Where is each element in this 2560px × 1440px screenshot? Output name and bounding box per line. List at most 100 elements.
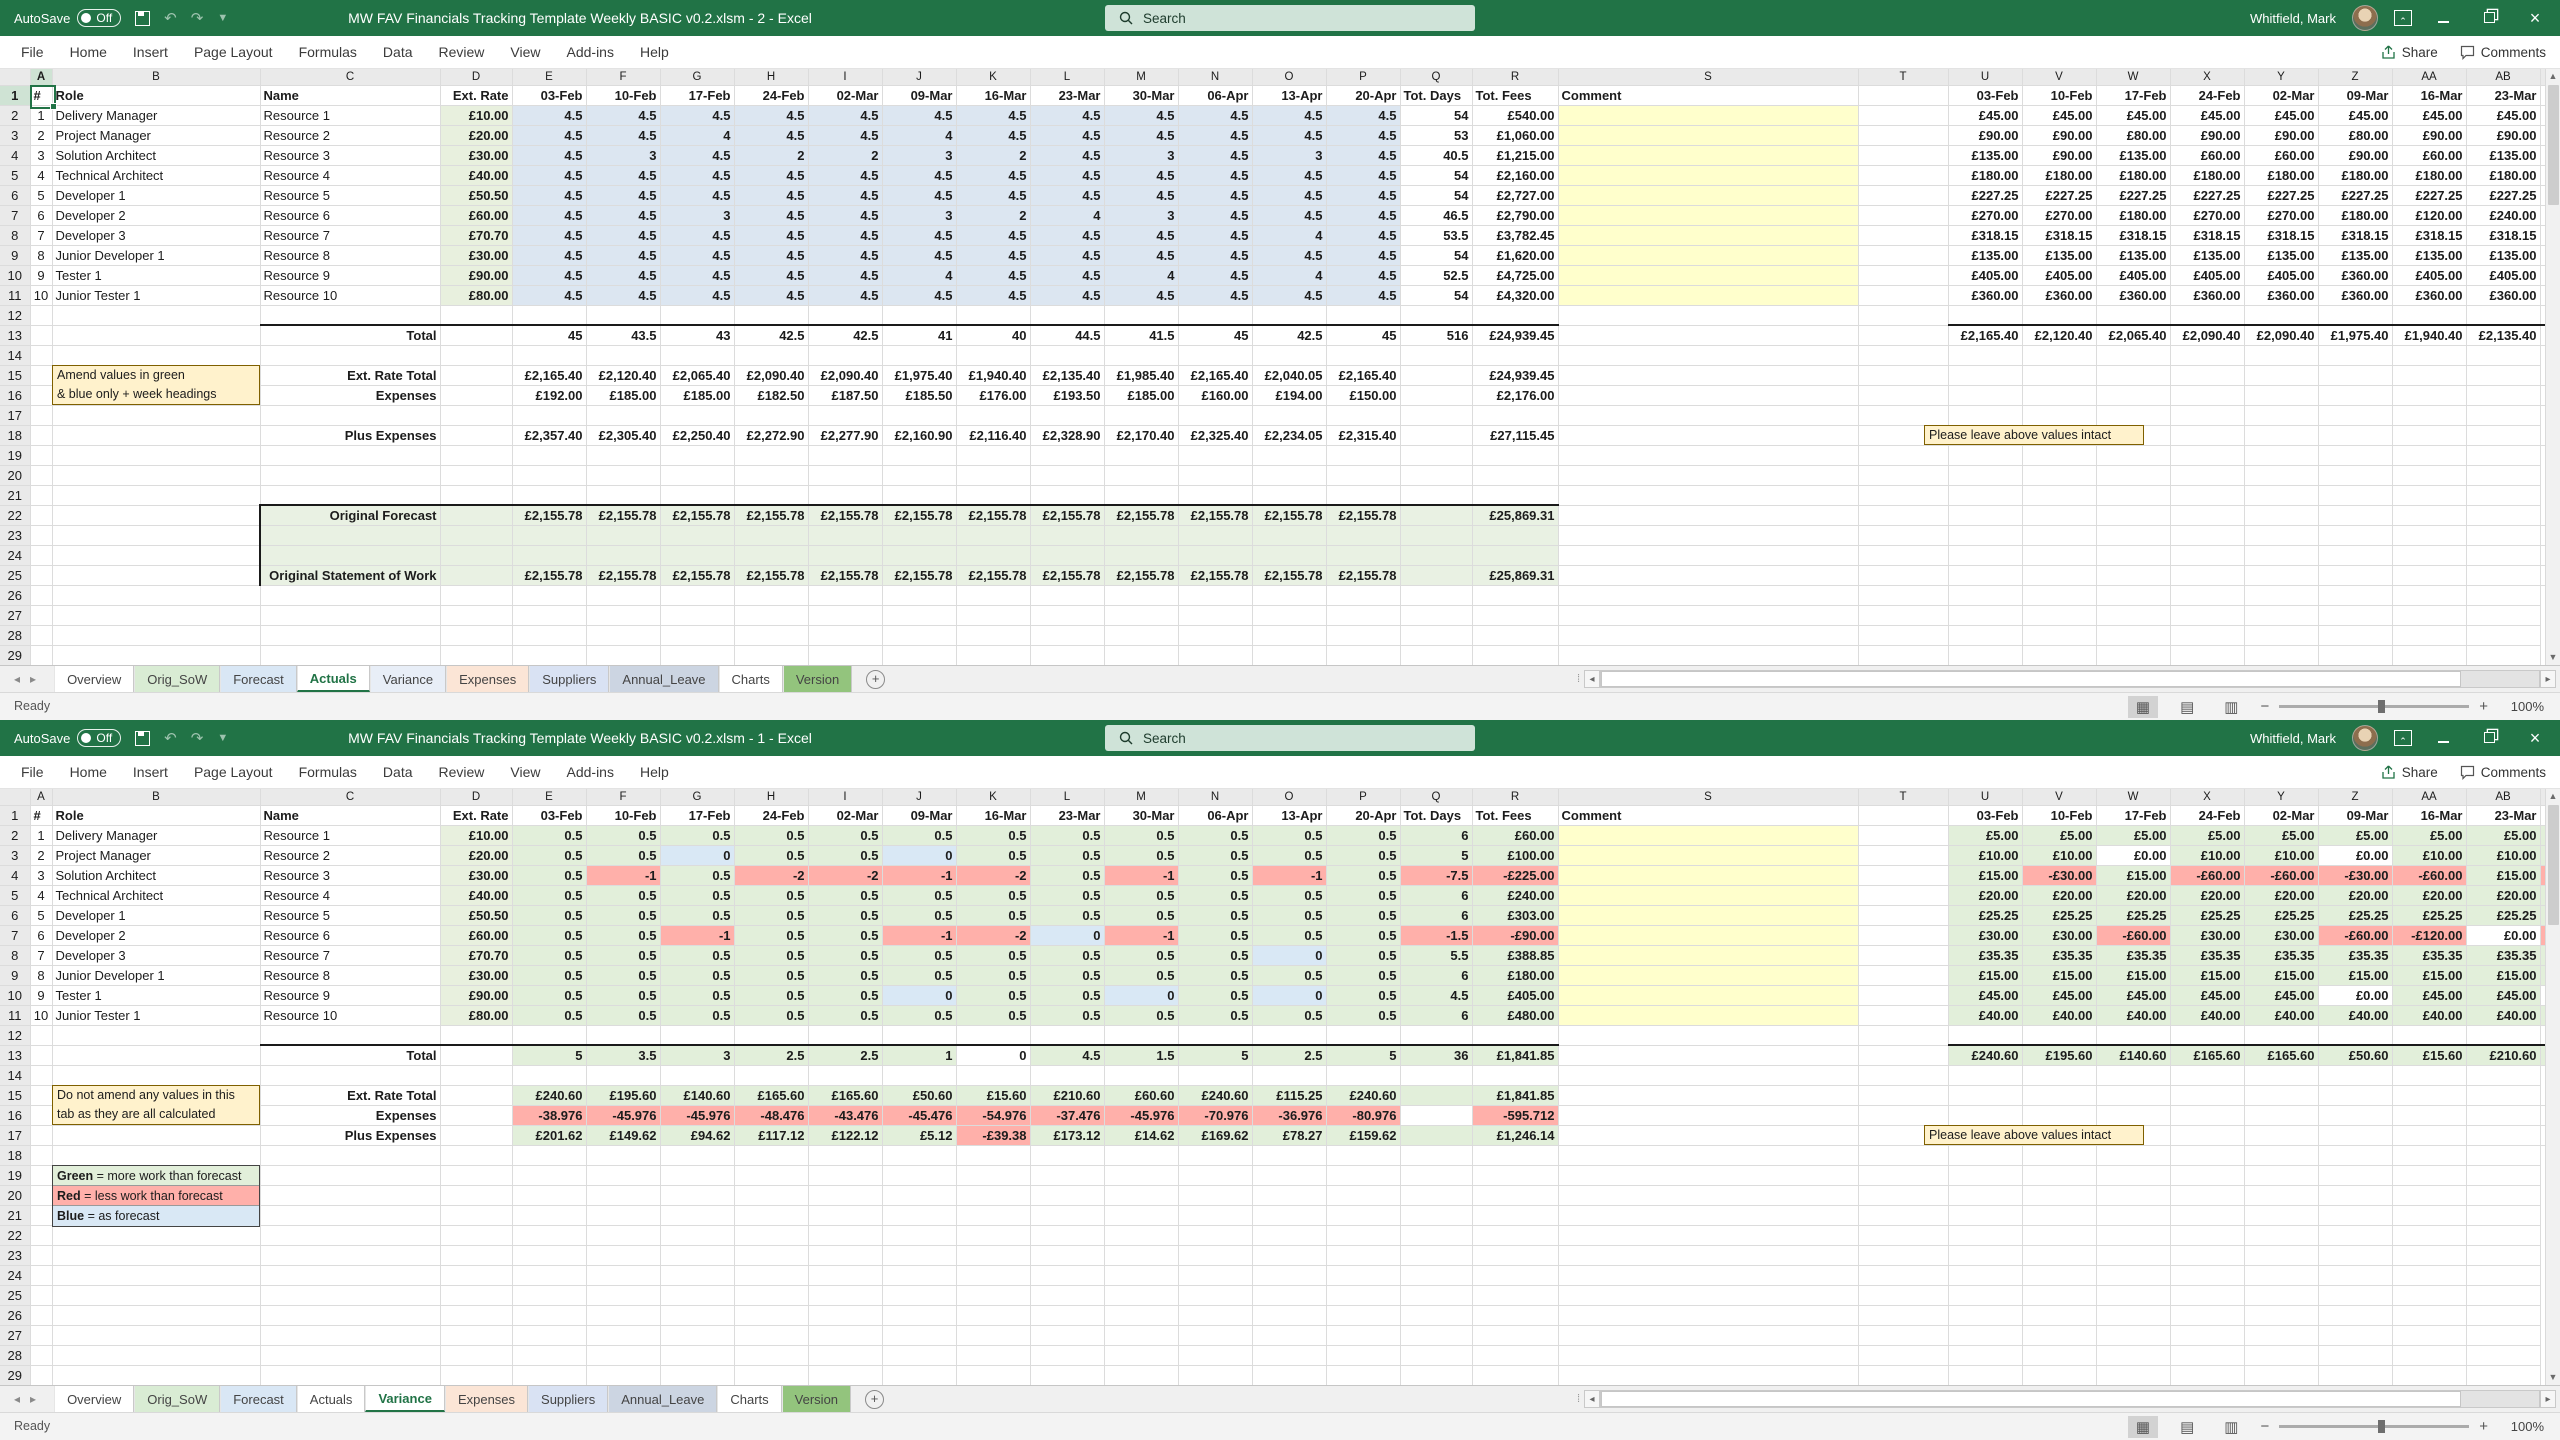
cell[interactable] xyxy=(734,1285,808,1305)
rate-cell[interactable]: £40.00 xyxy=(440,165,512,185)
role-cell[interactable]: Tester 1 xyxy=(52,265,260,285)
week-value-cell[interactable]: 0.5 xyxy=(1104,825,1178,845)
cell[interactable] xyxy=(808,1165,882,1185)
cell[interactable] xyxy=(440,425,512,445)
cell[interactable] xyxy=(2022,605,2096,625)
cell[interactable] xyxy=(2392,1225,2466,1245)
cell[interactable] xyxy=(586,1185,660,1205)
cell[interactable] xyxy=(1326,1285,1400,1305)
week-value-cell[interactable]: 0.5 xyxy=(1178,925,1252,945)
cell[interactable] xyxy=(2096,1205,2170,1225)
cell[interactable] xyxy=(1558,1105,1858,1125)
weekly-fee-cell[interactable]: £270.00 xyxy=(1948,205,2022,225)
cell[interactable] xyxy=(2318,485,2392,505)
week-value-cell[interactable]: 4.5 xyxy=(734,165,808,185)
cell[interactable] xyxy=(2244,585,2318,605)
cell[interactable] xyxy=(30,1165,52,1185)
column-header-E[interactable]: E xyxy=(512,69,586,85)
cell[interactable] xyxy=(2022,485,2096,505)
customize-qat-icon[interactable]: ▼ xyxy=(217,732,228,744)
cell[interactable] xyxy=(2466,1105,2540,1125)
week-value-cell[interactable]: 0.5 xyxy=(956,1005,1030,1025)
weekly-fee-cell[interactable]: £15.00 xyxy=(2096,865,2170,885)
cell[interactable] xyxy=(440,1265,512,1285)
cell[interactable] xyxy=(30,345,52,365)
cell[interactable] xyxy=(52,1025,260,1045)
cell[interactable] xyxy=(2466,385,2540,405)
weekly-fee-cell[interactable]: £45.00 xyxy=(1948,105,2022,125)
cell[interactable] xyxy=(734,1185,808,1205)
week-value-cell[interactable]: 0.5 xyxy=(660,865,734,885)
cell[interactable] xyxy=(2392,1165,2466,1185)
cell[interactable] xyxy=(260,605,440,625)
cell[interactable] xyxy=(1858,605,1948,625)
comment-cell[interactable] xyxy=(1558,925,1858,945)
cell[interactable] xyxy=(440,605,512,625)
cell[interactable] xyxy=(2170,485,2244,505)
row-header-25[interactable]: 25 xyxy=(0,1285,30,1305)
cell[interactable] xyxy=(2244,1205,2318,1225)
cell[interactable] xyxy=(52,1125,260,1145)
save-icon[interactable] xyxy=(135,11,150,26)
cell[interactable] xyxy=(30,425,52,445)
cell[interactable] xyxy=(2466,565,2540,585)
header-tot-days[interactable]: Tot. Days xyxy=(1400,805,1472,825)
cell[interactable] xyxy=(1558,1245,1858,1265)
cell[interactable] xyxy=(1558,485,1858,505)
weekly-fee-cell[interactable]: £35.35 xyxy=(1948,945,2022,965)
cell[interactable] xyxy=(586,1345,660,1365)
rate-cell[interactable]: £60.00 xyxy=(440,205,512,225)
cell[interactable] xyxy=(660,1145,734,1165)
ribbon-tab-home[interactable]: Home xyxy=(57,36,120,68)
cell[interactable] xyxy=(2170,1205,2244,1225)
column-header-H[interactable]: H xyxy=(734,789,808,805)
tot-fees-cell[interactable]: £2,727.00 xyxy=(1472,185,1558,205)
zoom-level[interactable]: 100% xyxy=(2502,1419,2544,1434)
weekly-fee-cell[interactable]: £10.00 xyxy=(2392,845,2466,865)
cell[interactable] xyxy=(52,405,260,425)
row-index[interactable]: 5 xyxy=(30,905,52,925)
cell[interactable] xyxy=(1858,1005,1948,1025)
role-cell[interactable]: Delivery Manager xyxy=(52,105,260,125)
total-days-cell[interactable]: 36 xyxy=(1400,1045,1472,1065)
weekly-fee-cell[interactable]: £135.00 xyxy=(2318,245,2392,265)
total-week-cell[interactable]: 3 xyxy=(660,1045,734,1065)
cell[interactable] xyxy=(882,1265,956,1285)
header-name[interactable]: Name xyxy=(260,805,440,825)
column-header-P[interactable]: P xyxy=(1326,789,1400,805)
normal-view-icon[interactable]: ▦ xyxy=(2128,696,2158,718)
weekly-fee-cell[interactable]: £25.25 xyxy=(2022,905,2096,925)
week-value-cell[interactable]: 0.5 xyxy=(1104,885,1178,905)
week-value-cell[interactable]: 4.5 xyxy=(1178,245,1252,265)
column-header-J[interactable]: J xyxy=(882,789,956,805)
section-total-cell[interactable]: £1,841.85 xyxy=(1472,1085,1558,1105)
row-header-12[interactable]: 12 xyxy=(0,1025,30,1045)
header-week[interactable]: 20-Apr xyxy=(1326,805,1400,825)
section-value-cell[interactable]: £210.60 xyxy=(1030,1085,1104,1105)
cell[interactable] xyxy=(2466,365,2540,385)
cell[interactable] xyxy=(808,1225,882,1245)
cell[interactable] xyxy=(1948,485,2022,505)
cell[interactable] xyxy=(1400,1185,1472,1205)
cell[interactable] xyxy=(512,1325,586,1345)
weekly-fee-cell[interactable]: £360.00 xyxy=(2170,285,2244,305)
week-value-cell[interactable]: 4.5 xyxy=(1178,105,1252,125)
ribbon-tab-view[interactable]: View xyxy=(497,756,553,788)
cell[interactable] xyxy=(2096,465,2170,485)
cell[interactable] xyxy=(1558,1125,1858,1145)
cell[interactable] xyxy=(956,1145,1030,1165)
cell[interactable] xyxy=(1858,385,1948,405)
column-header-W[interactable]: W xyxy=(2096,69,2170,85)
section-value-cell[interactable]: £149.62 xyxy=(586,1125,660,1145)
cell[interactable] xyxy=(52,645,260,665)
cell[interactable] xyxy=(1858,925,1948,945)
cell[interactable] xyxy=(586,445,660,465)
forecast-value-cell[interactable] xyxy=(882,525,956,545)
cell[interactable] xyxy=(1326,645,1400,665)
cell[interactable] xyxy=(2392,445,2466,465)
cell[interactable] xyxy=(2170,545,2244,565)
weekly-fee-cell[interactable]: -£30.00 xyxy=(2022,865,2096,885)
cell[interactable] xyxy=(2022,525,2096,545)
cell[interactable] xyxy=(2170,1165,2244,1185)
week-value-cell[interactable]: 4.5 xyxy=(1104,125,1178,145)
